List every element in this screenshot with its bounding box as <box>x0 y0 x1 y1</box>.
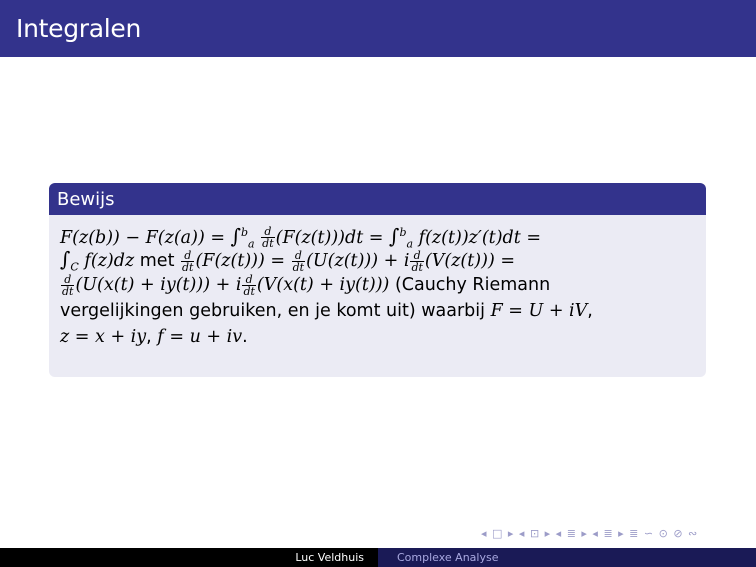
footer-author: Luc Veldhuis <box>295 551 364 564</box>
derivative-fraction: d dt <box>291 248 306 274</box>
proof-block-title: Bewijs <box>57 189 115 210</box>
footer-bar: Luc Veldhuis Complexe Analyse <box>0 548 756 567</box>
proof-block-body: F(z(b)) − F(z(a)) = ∫ba d dt (F(z(t)))dt =… <box>49 215 706 377</box>
derivative-fraction: d dt <box>261 225 275 251</box>
beamer-navigation-icons[interactable]: ◂ □ ▸ ◂ ⊡ ▸ ◂ ≣ ▸ ◂ ≣ ▸ ≣ ∽ ⊙ ⊘ ∾ <box>481 527 698 540</box>
frame-title: Integralen <box>16 14 142 43</box>
footer-author-panel: Luc Veldhuis <box>0 548 378 567</box>
integral-sign: ∫ <box>60 247 71 271</box>
derivative-fraction: d dt <box>61 272 75 298</box>
proof-line-5: z = x + iy, f = u + iv. <box>60 327 248 347</box>
integral-sign: ∫ <box>230 223 241 248</box>
derivative-fraction: d dt <box>181 248 195 274</box>
footer-talk-title: Complexe Analyse <box>397 551 499 564</box>
derivative-fraction: d dt <box>410 248 424 274</box>
footer-title-panel: Complexe Analyse <box>378 548 756 567</box>
derivative-fraction: d dt <box>242 272 256 298</box>
proof-line-3: d dt (U(x(t) + iy(t))) + i d dt (V(x(t) + iy(… <box>61 272 551 298</box>
frame-title-bar: Integralen <box>0 0 756 57</box>
proof-block-header: Bewijs <box>49 183 706 215</box>
proof-block: Bewijs F(z(b)) − F(z(a)) = ∫ba d dt (F(z(t… <box>49 183 706 377</box>
integral-sign: ∫ <box>389 223 400 248</box>
proof-line-4: vergelijkingen gebruiken, en je komt uit… <box>60 301 593 321</box>
